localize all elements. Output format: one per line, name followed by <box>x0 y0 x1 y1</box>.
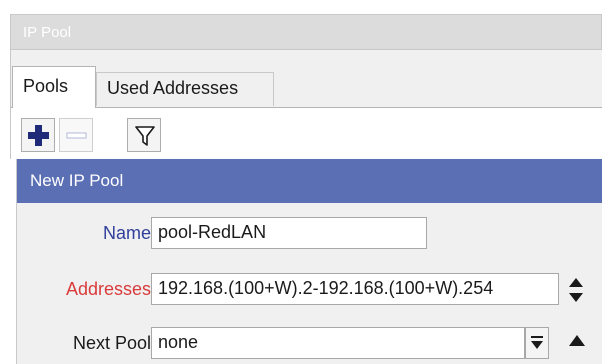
window-title-bar[interactable]: IP Pool <box>10 14 602 50</box>
plus-icon <box>28 125 49 146</box>
filter-button[interactable] <box>127 118 161 152</box>
tab-used-addresses-label: Used Addresses <box>107 78 239 98</box>
dialog-title-bar[interactable]: New IP Pool <box>17 159 602 203</box>
dialog-title: New IP Pool <box>30 171 124 190</box>
remove-button[interactable] <box>59 118 93 152</box>
window-title: IP Pool <box>23 24 72 41</box>
dialog-form: Name: pool-RedLAN Addresses: 192.168.(10… <box>17 203 602 364</box>
new-ip-pool-dialog: New IP Pool Name: pool-RedLAN Addresses:… <box>16 159 602 364</box>
next-pool-label: Next Pool: <box>72 333 156 353</box>
tab-used-addresses[interactable]: Used Addresses <box>96 72 274 106</box>
tab-pools[interactable]: Pools <box>12 66 96 108</box>
next-pool-dropdown-button[interactable] <box>525 327 549 359</box>
tab-pools-label: Pools <box>23 76 69 96</box>
addresses-label: Addresses: <box>65 279 156 299</box>
minus-icon <box>66 132 87 139</box>
remove-field-arrow-icon[interactable] <box>567 331 587 351</box>
filter-icon <box>135 126 155 146</box>
updown-arrows-icon[interactable] <box>565 275 587 305</box>
name-input[interactable]: pool-RedLAN <box>151 217 427 249</box>
toolbar <box>10 107 602 159</box>
addresses-input[interactable]: 192.168.(100+W).2-192.168.(100+W).254 <box>151 273 559 305</box>
ip-pool-window: IP Pool Pools Used Addresses New IP Pool <box>0 0 602 364</box>
chevron-down-icon <box>531 336 543 349</box>
name-label: Name: <box>102 223 156 243</box>
add-button[interactable] <box>21 118 55 152</box>
next-pool-select[interactable]: none <box>151 327 525 359</box>
